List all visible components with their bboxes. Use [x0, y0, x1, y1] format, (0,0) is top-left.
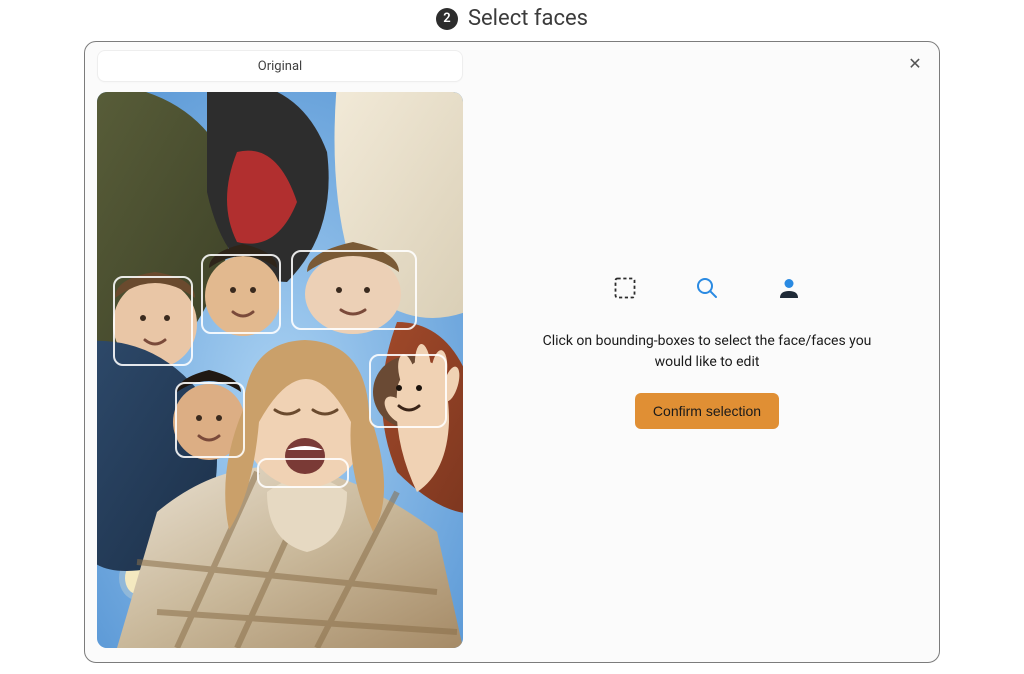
- face-bounding-box[interactable]: [175, 382, 245, 458]
- close-icon: ✕: [908, 54, 921, 74]
- face-bounding-box[interactable]: [369, 354, 447, 428]
- page-title: Select faces: [468, 6, 588, 31]
- left-column: Original: [85, 42, 475, 662]
- right-column: Click on bounding-boxes to select the fa…: [475, 42, 939, 662]
- page-header: 2 Select faces: [0, 0, 1024, 41]
- close-button[interactable]: ✕: [903, 52, 927, 76]
- helper-icon-row: [612, 275, 802, 301]
- image-tab-bar[interactable]: Original: [97, 50, 463, 82]
- step-number: 2: [443, 11, 450, 26]
- tab-original-label: Original: [258, 59, 302, 74]
- person-icon: [776, 275, 802, 301]
- confirm-selection-button[interactable]: Confirm selection: [635, 393, 779, 429]
- instruction-text: Click on bounding-boxes to select the fa…: [537, 331, 877, 373]
- magnifier-icon: [694, 275, 720, 301]
- face-bounding-box[interactable]: [201, 254, 281, 334]
- face-bounding-box[interactable]: [113, 276, 193, 366]
- step-number-badge: 2: [436, 8, 458, 30]
- face-bounding-box[interactable]: [257, 458, 349, 488]
- selection-dashed-icon: [612, 275, 638, 301]
- main-panel: ✕ Original: [84, 41, 940, 663]
- face-bounding-box[interactable]: [291, 250, 417, 330]
- image-preview: [97, 92, 463, 648]
